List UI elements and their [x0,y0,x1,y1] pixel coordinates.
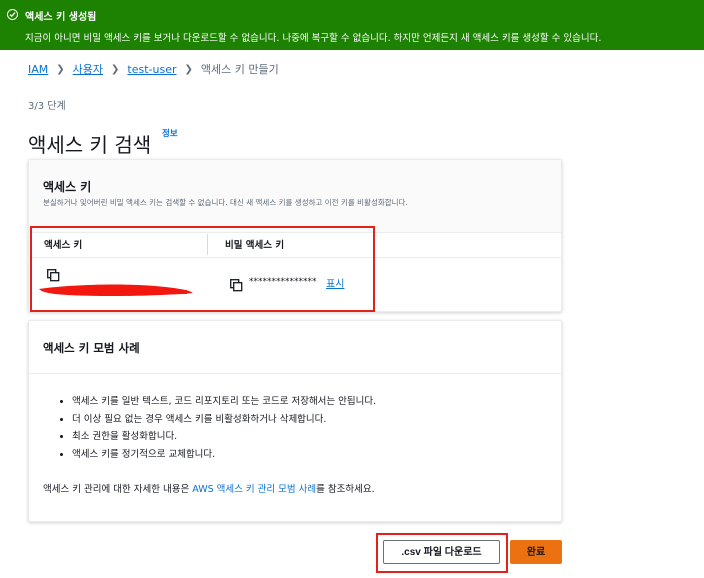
banner-message: 지금이 아니면 비밀 액세스 키를 보거나 다운로드할 수 없습니다. 나중에 … [25,33,602,44]
best-practices-note: 액세스 키 관리에 대한 자세한 내용은 AWS 액세스 키 관리 모범 사례를… [43,481,375,495]
list-item: 최소 권한을 활성화합니다. [72,430,376,444]
best-practices-header: 액세스 키 모범 사례 [29,321,561,374]
list-item: 더 이상 필요 없는 경우 액세스 키를 비활성화하거나 삭제합니다. [72,413,376,427]
best-practices-title: 액세스 키 모범 사례 [43,341,140,355]
done-button[interactable]: 완료 [510,540,562,564]
banner-title: 액세스 키 생성됨 [25,12,97,23]
breadcrumb: IAM ❯ 사용자 ❯ test-user ❯ 액세스 키 만들기 [28,61,279,77]
breadcrumb-current: 액세스 키 만들기 [200,63,279,76]
best-practices-link[interactable]: AWS 액세스 키 관리 모범 사례 [192,484,316,495]
breadcrumb-users[interactable]: 사용자 [73,61,103,77]
chevron-right-icon: ❯ [184,63,193,75]
note-prefix: 액세스 키 관리에 대한 자세한 내용은 [43,484,193,495]
note-suffix: 를 참조하세요. [316,484,375,495]
annotation-highlight-keys [30,226,375,312]
check-circle-icon [7,9,18,20]
access-key-panel-description: 분실하거나 잊어버린 비밀 액세스 키는 검색할 수 없습니다. 대신 새 액세… [43,198,408,207]
chevron-right-icon: ❯ [111,63,120,75]
list-item: 액세스 키를 일반 텍스트, 코드 리포지토리 또는 코드로 저장해서는 안됩니… [72,395,376,409]
chevron-right-icon: ❯ [56,63,65,75]
best-practices-panel: 액세스 키 모범 사례 액세스 키를 일반 텍스트, 코드 리포지토리 또는 코… [28,320,562,522]
step-indicator: 3/3 단계 [28,101,66,112]
download-csv-button[interactable]: .csv 파일 다운로드 [383,540,500,564]
breadcrumb-iam[interactable]: IAM [28,63,48,76]
breadcrumb-test-user[interactable]: test-user [127,63,176,76]
info-link[interactable]: 정보 [162,127,178,139]
access-key-panel-header: 액세스 키 분실하거나 잊어버린 비밀 액세스 키는 검색할 수 없습니다. 대… [29,160,561,233]
list-item: 액세스 키를 정기적으로 교체합니다. [72,448,376,462]
access-key-panel-title: 액세스 키 [43,180,92,194]
page-title: 액세스 키 검색 [28,133,152,158]
success-banner: 액세스 키 생성됨 지금이 아니면 비밀 액세스 키를 보거나 다운로드할 수 … [0,0,704,50]
best-practices-list: 액세스 키를 일반 텍스트, 코드 리포지토리 또는 코드로 저장해서는 안됩니… [43,395,376,465]
